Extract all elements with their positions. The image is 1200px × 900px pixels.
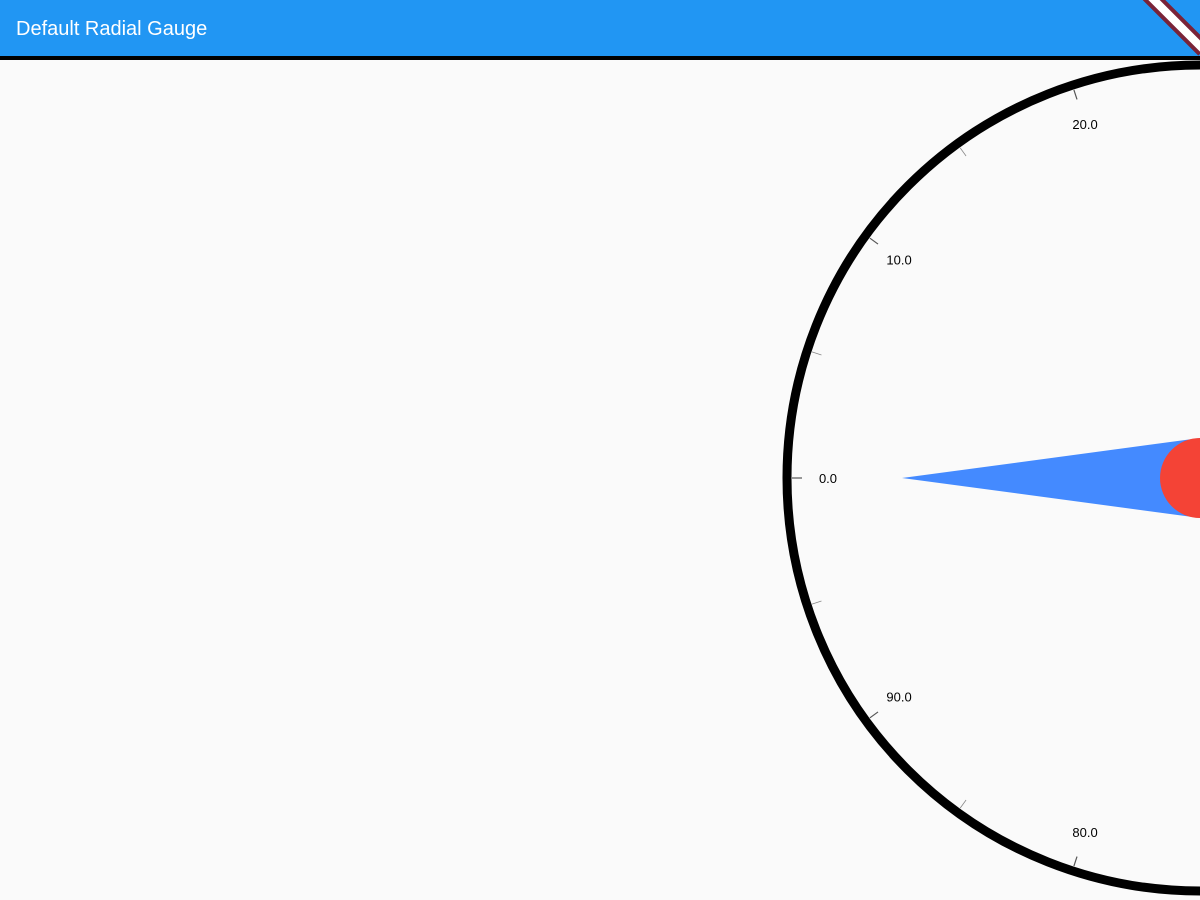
debug-banner-stripe xyxy=(1133,0,1200,53)
radial-gauge: 0.0 10.0 20.0 80.0 90.0 xyxy=(782,60,1200,896)
gauge-area: 0.0 10.0 20.0 80.0 90.0 xyxy=(0,60,1200,900)
major-tick xyxy=(1073,89,1078,100)
tick-label: 10.0 xyxy=(886,252,911,267)
major-tick xyxy=(1073,856,1078,867)
tick-label: 20.0 xyxy=(1072,117,1097,132)
tick-label: 0.0 xyxy=(819,471,837,486)
major-tick xyxy=(869,237,879,245)
tick-label: 80.0 xyxy=(1072,825,1097,840)
tick-label: 90.0 xyxy=(886,690,911,705)
major-tick xyxy=(869,711,879,719)
minor-tick xyxy=(811,600,822,605)
gauge-needle xyxy=(902,438,1200,518)
minor-tick xyxy=(811,351,822,356)
app-bar: Default Radial Gauge xyxy=(0,0,1200,60)
minor-tick xyxy=(959,799,967,809)
minor-tick xyxy=(959,147,967,157)
app-title: Default Radial Gauge xyxy=(16,18,208,40)
debug-banner xyxy=(1130,0,1200,56)
